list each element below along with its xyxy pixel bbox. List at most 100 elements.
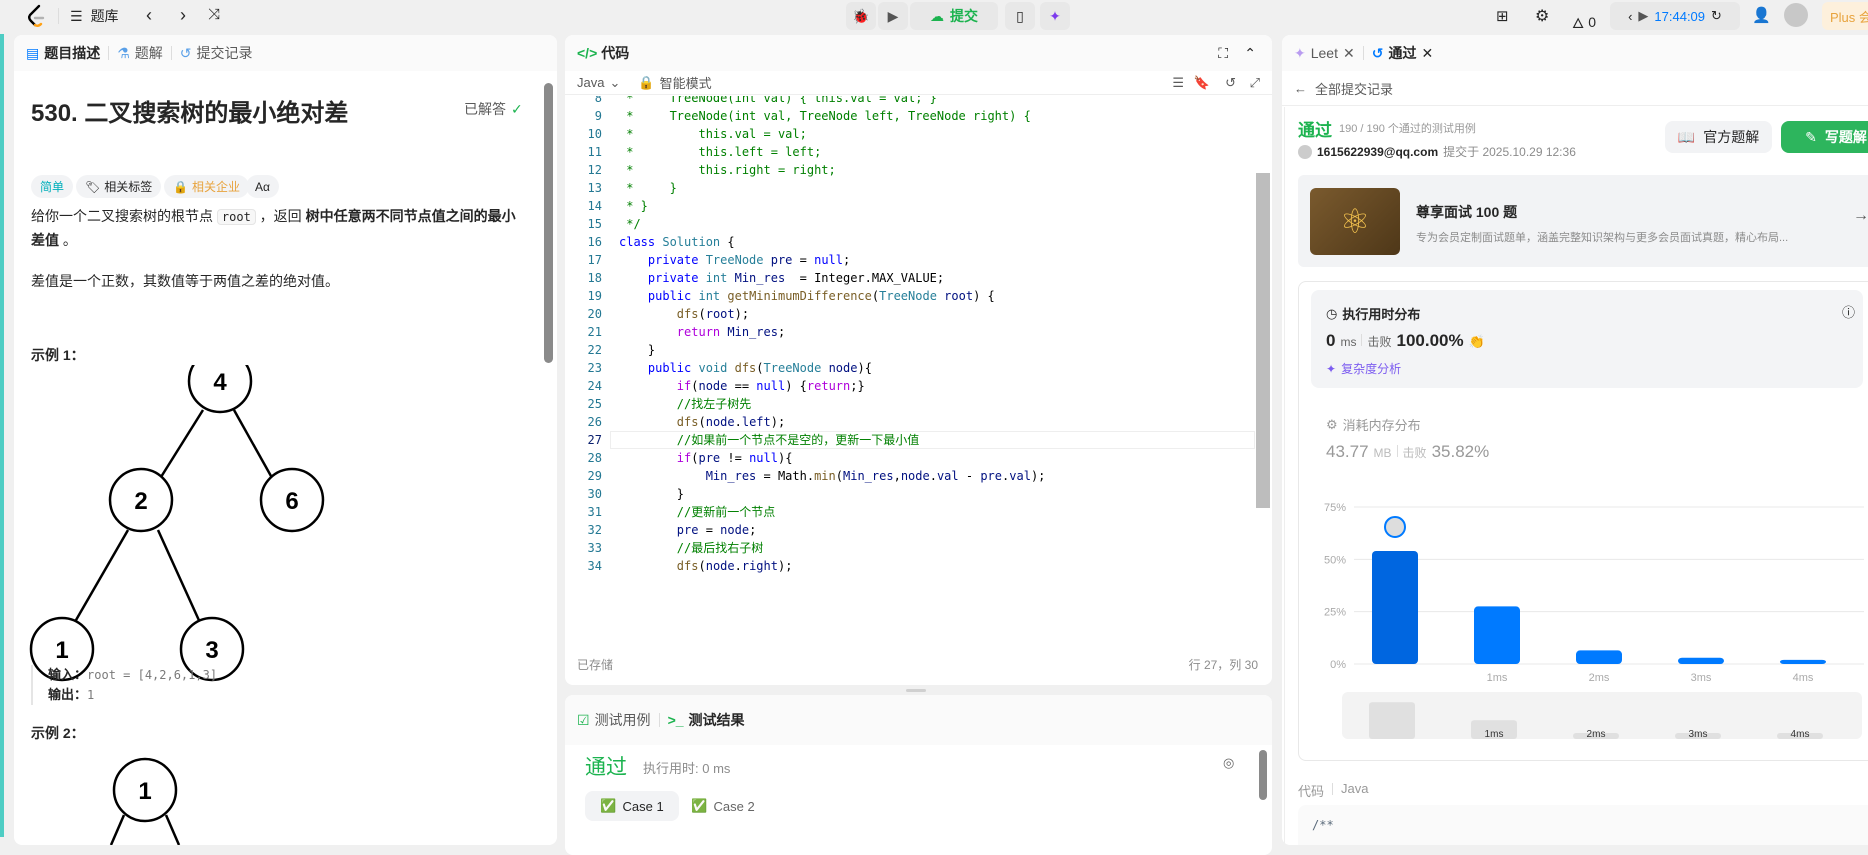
memory-title[interactable]: ⚙ 消耗内存分布 [1326, 415, 1421, 434]
bar[interactable] [1780, 659, 1826, 664]
code-line: class Solution { [619, 233, 735, 251]
tab-solutions[interactable]: ⚗ 题解 [117, 43, 163, 63]
format-icon[interactable]: ☰ [1172, 75, 1184, 91]
case-2-button[interactable]: ✅ Case 2 [683, 791, 763, 821]
avatar[interactable] [1784, 3, 1808, 27]
line-number: 35 [565, 575, 602, 576]
description-scrollbar[interactable] [544, 83, 553, 363]
bar[interactable] [1678, 657, 1724, 664]
official-solution-button[interactable]: 📖 官方题解 [1665, 121, 1772, 153]
runtime-distribution-chart[interactable]: 0% 25% 50% 75% 1ms 1ms 2ms 2ms 3ms 3ms 4ms 4ms [1299, 492, 1868, 762]
fullscreen-icon[interactable]: ⛶ [1218, 45, 1228, 62]
bar[interactable] [1576, 650, 1622, 664]
problem-list-button[interactable]: ☰ 题库 [70, 6, 119, 26]
code-token: if [619, 451, 692, 465]
history-icon: ↺ [179, 44, 192, 61]
layout-grid-icon[interactable]: ⊞ [1496, 7, 1509, 25]
case-1-button[interactable]: ✅ Case 1 [585, 791, 679, 821]
code-token: dfs [619, 415, 699, 429]
panel-resize-handle[interactable] [906, 689, 926, 692]
code-token: ; [749, 523, 757, 537]
language-select[interactable]: Java ⌄ [577, 75, 620, 91]
code-token: ); [734, 307, 750, 321]
code-token: node [720, 523, 750, 537]
submitted-code-block[interactable]: /** [1298, 805, 1868, 845]
minimap-label: 2ms [1587, 729, 1606, 740]
divider [658, 713, 660, 727]
code-token: node [705, 415, 735, 429]
plus-membership-button[interactable]: Plus 会员 [1822, 2, 1868, 30]
check-square-icon: ✅ [691, 798, 708, 813]
write-solution-button[interactable]: ✎ 写题解 [1781, 121, 1868, 153]
settings-gear-icon[interactable]: ⚙ [1535, 6, 1549, 26]
code-area[interactable]: 8 * TreeNode(int val) { this.val = val; … [565, 96, 1255, 576]
font-size-button[interactable]: Aα [246, 175, 279, 198]
submit-button[interactable]: ☁ 提交 [910, 2, 998, 30]
back-to-submissions-link[interactable]: ← 全部提交记录 [1294, 79, 1393, 98]
minimap-label: 1ms [1485, 729, 1504, 740]
editor-scrollbar[interactable] [1256, 173, 1270, 508]
info-icon[interactable]: ⓘ [1842, 302, 1855, 321]
memory-stats[interactable]: 43.77 MB 击败 35.82% [1326, 442, 1489, 462]
add-friend-icon[interactable]: 👤 [1752, 6, 1771, 24]
panel-scroll-track[interactable] [1284, 107, 1285, 845]
code-token: ( [756, 361, 764, 375]
chevron-left-icon[interactable]: ‹ [1628, 9, 1632, 24]
top-bar: ☰ 题库 ‹ › ⤨ 🐞 ▶ ☁ 提交 ▯ ✦ ⊞ ⚙ 🜂 0 ‹ ▶ 17:44:0… [0, 0, 1868, 34]
code-token: public [619, 289, 699, 303]
code-line: dfs(node.right); [619, 557, 793, 575]
code-line: dfs(root); [619, 305, 749, 323]
line-number: 19 [587, 289, 602, 303]
tab-accepted[interactable]: ↺ 通过 ✕ [1372, 43, 1433, 63]
debug-button[interactable]: 🐞 [846, 2, 876, 30]
bar[interactable] [1474, 606, 1520, 664]
reset-code-icon[interactable]: ↺ [1225, 75, 1236, 91]
run-button[interactable]: ▶ [878, 2, 908, 30]
companies-tag-button[interactable]: 🔒 相关企业 [164, 175, 249, 198]
code-token: } [619, 487, 685, 501]
code-token: ; [843, 253, 851, 267]
code-line: * this.right = right; [619, 161, 836, 179]
bar[interactable] [1372, 550, 1418, 664]
premium-banner[interactable]: ⚛ 尊享面试 100 题 专为会员定制面试题单，涵盖完整知识架构与更多会员面试真… [1298, 175, 1868, 267]
runtime-card[interactable]: ◷ 执行用时分布 ⓘ 0 ms 击败 100.00% 👏 ✦ 复杂度分析 [1311, 290, 1863, 388]
collapse-icon[interactable]: ⌃ [1244, 45, 1256, 62]
next-problem-icon[interactable]: › [180, 5, 186, 26]
code-line: * } [619, 197, 648, 215]
test-scrollbar[interactable] [1259, 750, 1267, 800]
smart-mode-toggle[interactable]: 🔒 智能模式 [638, 73, 711, 92]
tab-test-results[interactable]: >_ 测试结果 [668, 710, 745, 730]
tab-description[interactable]: ▤ 题目描述 [26, 43, 100, 63]
code-line: dfs(node.left); [619, 413, 785, 431]
code-line: return Min_res; [619, 323, 785, 341]
tab-leet[interactable]: ✦ Leet ✕ [1294, 45, 1355, 62]
leetcode-logo[interactable] [26, 4, 46, 28]
prev-problem-icon[interactable]: ‹ [146, 5, 152, 26]
bookmark-icon[interactable]: 🔖 [1194, 75, 1210, 91]
code-token: pre [619, 523, 699, 537]
shuffle-icon[interactable]: ⤨ [208, 6, 220, 23]
timer-value: 17:44:09 [1654, 8, 1706, 24]
ai-assistant-button[interactable]: ✦ [1040, 2, 1070, 30]
tree-node-label: 3 [205, 637, 218, 664]
topics-tag-button[interactable]: 🏷 相关标签 [76, 175, 162, 198]
line-number: 25 [587, 397, 602, 411]
close-icon[interactable]: ✕ [1421, 45, 1433, 62]
eye-icon[interactable]: ◎ [1223, 755, 1234, 771]
code-token: int [698, 289, 728, 303]
code-line: * TreeNode(int val) { this.val = val; } [619, 96, 937, 107]
code-token: node [698, 379, 728, 393]
code-token: min [814, 469, 836, 483]
notes-button[interactable]: ▯ [1005, 2, 1035, 30]
tab-test-cases[interactable]: ☑ 测试用例 [577, 710, 651, 730]
tab-submissions[interactable]: ↺ 提交记录 [180, 43, 253, 63]
play-icon[interactable]: ▶ [1638, 8, 1648, 24]
submission-tabs: ✦ Leet ✕ ↺ 通过 ✕ [1282, 35, 1868, 71]
timer-widget[interactable]: ‹ ▶ 17:44:09 ↻ [1610, 2, 1740, 30]
expand-icon[interactable]: ⤢ [1250, 75, 1260, 91]
streak-counter[interactable]: 🜂 0 [1572, 7, 1596, 36]
close-icon[interactable]: ✕ [1343, 45, 1355, 62]
inline-code: root [216, 209, 256, 225]
reset-icon[interactable]: ↻ [1711, 8, 1722, 24]
complexity-analysis-link[interactable]: ✦ 复杂度分析 [1326, 360, 1401, 377]
